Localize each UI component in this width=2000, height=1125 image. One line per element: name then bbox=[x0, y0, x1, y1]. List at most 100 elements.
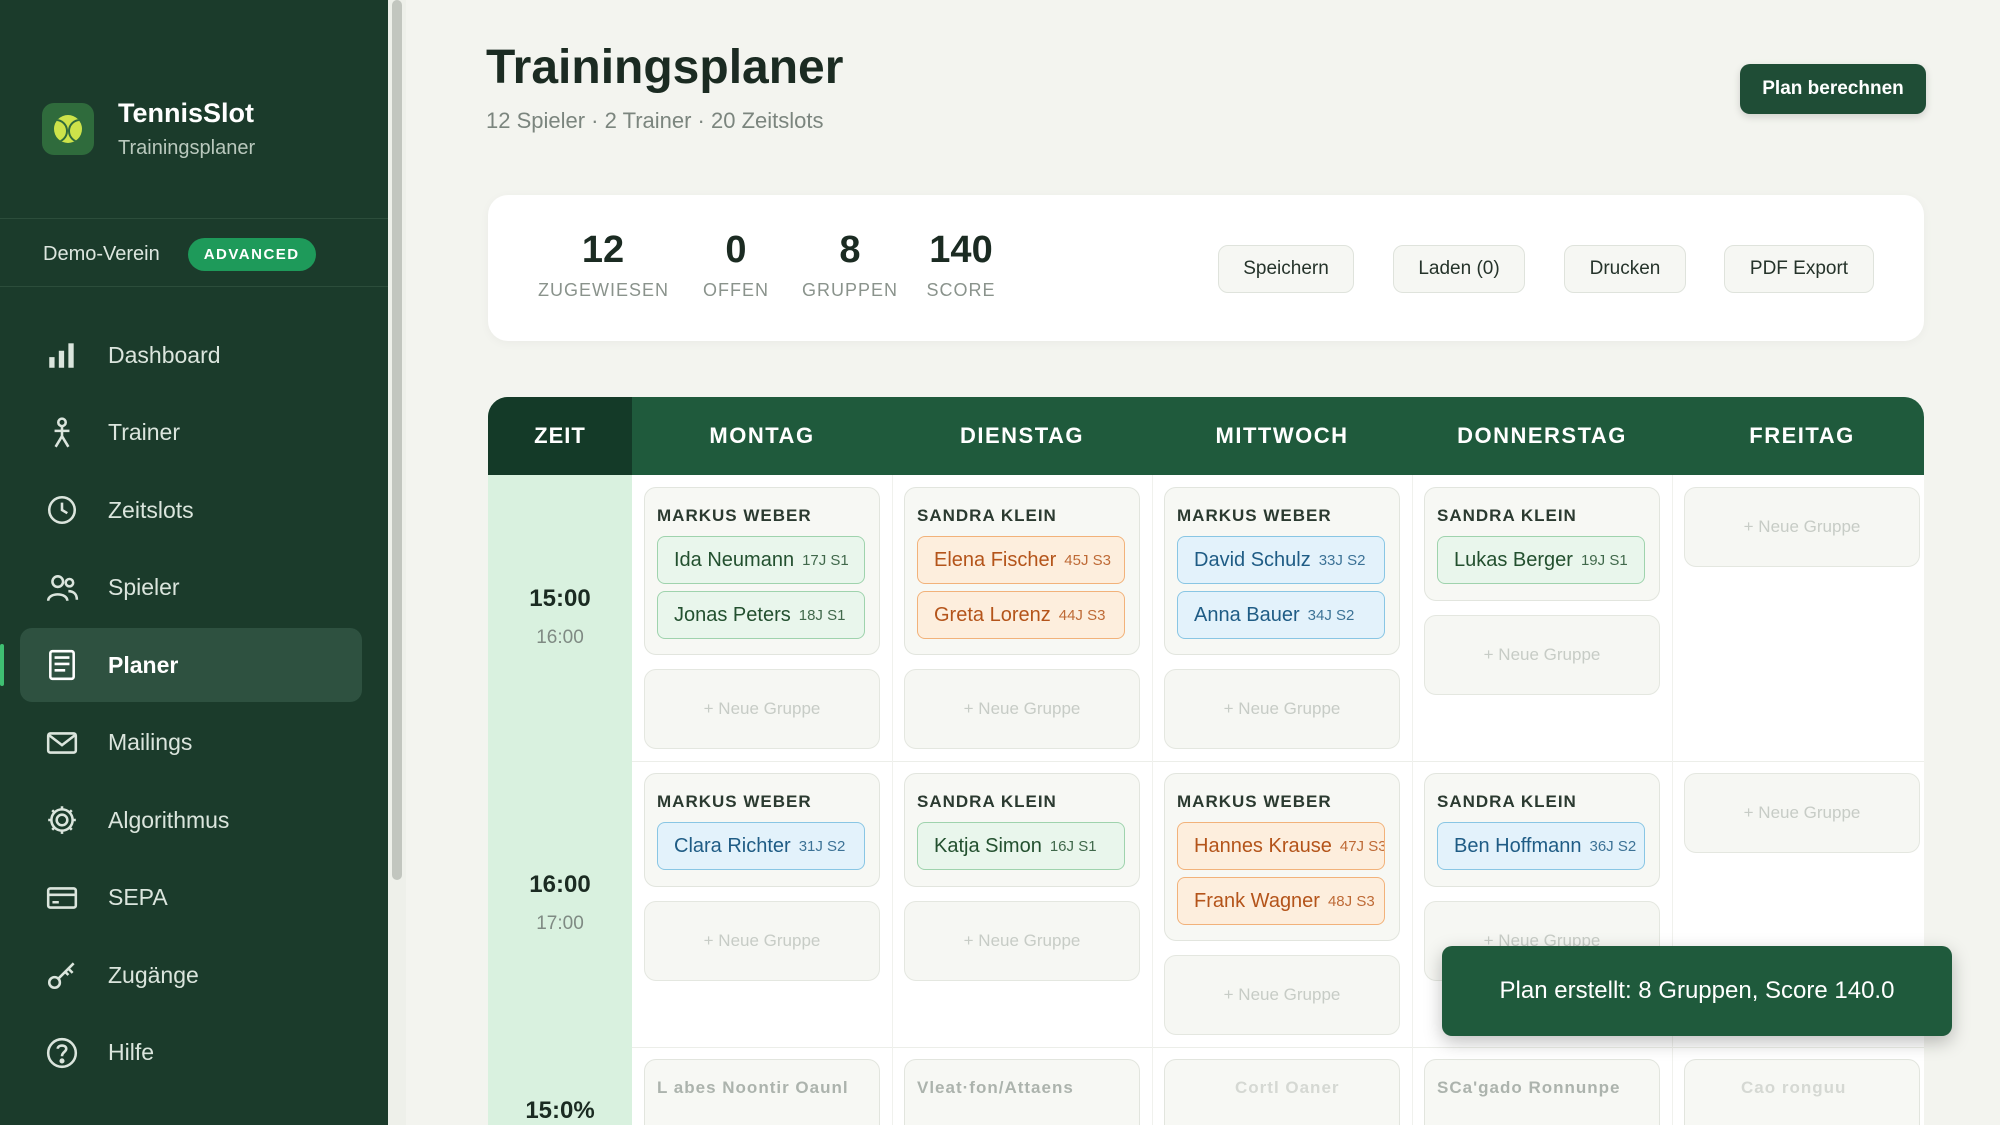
time-end: 16:00 bbox=[536, 627, 584, 648]
sidebar-nav: Dashboard Trainer Zeitslots Spieler Plan… bbox=[0, 318, 362, 1093]
row-divider bbox=[632, 761, 1924, 762]
sidebar-item-zugaenge[interactable]: Zugänge bbox=[20, 938, 362, 1012]
group-card[interactable]: SANDRA KLEIN Katja Simon 16J S1 bbox=[904, 773, 1140, 887]
sidebar-item-algorithmus[interactable]: Algorithmus bbox=[20, 783, 362, 857]
time-slot-1: 15:00 16:00 bbox=[488, 585, 632, 649]
org-name: Demo-Verein bbox=[43, 243, 160, 265]
group-card[interactable]: SCa'gado Ronnunpe bbox=[1424, 1059, 1660, 1125]
group-trainer: MARKUS WEBER bbox=[1177, 506, 1332, 525]
mail-icon bbox=[44, 725, 80, 761]
player-chip[interactable]: Ida Neumann 17J S1 bbox=[657, 536, 865, 584]
group-trainer: SANDRA KLEIN bbox=[917, 506, 1057, 525]
group-card[interactable]: Cortl Oaner bbox=[1164, 1059, 1400, 1125]
player-name: Anna Bauer bbox=[1194, 603, 1300, 626]
sidebar-item-sepa[interactable]: SEPA bbox=[20, 861, 362, 935]
card-icon bbox=[44, 880, 80, 916]
drucken-button[interactable]: Drucken bbox=[1564, 245, 1686, 293]
player-chip[interactable]: Frank Wagner 48J S3 bbox=[1177, 877, 1385, 925]
player-chip[interactable]: Greta Lorenz 44J S3 bbox=[917, 591, 1125, 639]
group-trainer: Cortl Oaner bbox=[1235, 1078, 1340, 1097]
player-name: Greta Lorenz bbox=[934, 603, 1051, 626]
new-group-button[interactable]: + Neue Gruppe bbox=[904, 901, 1140, 981]
player-name: Frank Wagner bbox=[1194, 889, 1320, 912]
plan-berechnen-button[interactable]: Plan berechnen bbox=[1740, 64, 1926, 114]
column-header-montag: MONTAG bbox=[709, 423, 815, 448]
new-group-button[interactable]: + Neue Gruppe bbox=[1684, 487, 1920, 567]
time-end: 17:00 bbox=[536, 913, 584, 934]
player-meta: 33J S2 bbox=[1318, 551, 1366, 569]
player-meta: 47J S3 bbox=[1339, 837, 1385, 855]
player-name: Ida Neumann bbox=[674, 548, 795, 571]
sidebar-item-mailings[interactable]: Mailings bbox=[20, 706, 362, 780]
player-chip[interactable]: David Schulz 33J S2 bbox=[1177, 536, 1385, 584]
sidebar-divider bbox=[0, 286, 388, 287]
new-group-button[interactable]: + Neue Gruppe bbox=[1164, 669, 1400, 749]
help-icon bbox=[44, 1035, 80, 1071]
sidebar-item-spieler[interactable]: Spieler bbox=[20, 551, 362, 625]
group-card[interactable]: MARKUS WEBER Hannes Krause 47J S3 Frank W… bbox=[1164, 773, 1400, 941]
player-chip[interactable]: Hannes Krause 47J S3 bbox=[1177, 822, 1385, 870]
sidebar-scrollbar-thumb[interactable] bbox=[392, 0, 402, 880]
new-group-button[interactable]: + Neue Gruppe bbox=[1164, 955, 1400, 1035]
new-group-button[interactable]: + Neue Gruppe bbox=[1424, 615, 1660, 695]
player-name: Hannes Krause bbox=[1194, 834, 1332, 857]
sidebar-item-label: Planer bbox=[108, 651, 179, 678]
time-start: 15:0% bbox=[525, 1097, 595, 1124]
schedule-header: ZEIT MONTAG DIENSTAG MITTWOCH DONNERSTAG… bbox=[488, 397, 1924, 475]
stat-zugewiesen: 12 ZUGEWIESEN bbox=[538, 229, 668, 301]
new-group-button[interactable]: + Neue Gruppe bbox=[904, 669, 1140, 749]
laden-button[interactable]: Laden (0) bbox=[1393, 245, 1525, 293]
player-name: Lukas Berger bbox=[1454, 548, 1573, 571]
stat-value: 140 bbox=[929, 229, 993, 271]
new-group-button[interactable]: + Neue Gruppe bbox=[644, 901, 880, 981]
group-card[interactable]: Cao ronguu bbox=[1684, 1059, 1920, 1125]
toast-notification[interactable]: Plan erstellt: 8 Gruppen, Score 140.0 bbox=[1442, 946, 1952, 1036]
player-name: Katja Simon bbox=[934, 834, 1042, 857]
new-group-button[interactable]: + Neue Gruppe bbox=[644, 669, 880, 749]
group-card[interactable]: MARKUS WEBER Clara Richter 31J S2 bbox=[644, 773, 880, 887]
group-trainer: MARKUS WEBER bbox=[657, 792, 812, 811]
player-meta: 44J S3 bbox=[1058, 606, 1106, 624]
player-chip[interactable]: Clara Richter 31J S2 bbox=[657, 822, 865, 870]
org-selector[interactable]: Demo-Verein ADVANCED bbox=[43, 238, 316, 271]
group-card[interactable]: SANDRA KLEIN Lukas Berger 19J S1 bbox=[1424, 487, 1660, 601]
player-meta: 45J S3 bbox=[1064, 551, 1111, 569]
column-header-donnerstag: DONNERSTAG bbox=[1457, 423, 1627, 448]
sidebar-item-hilfe[interactable]: Hilfe bbox=[20, 1016, 362, 1090]
sidebar-item-planer[interactable]: Planer bbox=[0, 628, 362, 702]
group-card[interactable]: SANDRA KLEIN Ben Hoffmann 36J S2 bbox=[1424, 773, 1660, 887]
column-divider bbox=[892, 475, 893, 1125]
player-name: Ben Hoffmann bbox=[1454, 834, 1582, 857]
sidebar-item-dashboard[interactable]: Dashboard bbox=[20, 318, 362, 392]
speichern-button[interactable]: Speichern bbox=[1218, 245, 1354, 293]
stat-gruppen: 8 GRUPPEN bbox=[800, 229, 900, 301]
sidebar-item-label: Algorithmus bbox=[108, 806, 230, 833]
player-chip[interactable]: Lukas Berger 19J S1 bbox=[1437, 536, 1645, 584]
stat-label: GRUPPEN bbox=[801, 280, 898, 300]
player-chip[interactable]: Elena Fischer 45J S3 bbox=[917, 536, 1125, 584]
group-card[interactable]: MARKUS WEBER David Schulz 33J S2 Anna Bau… bbox=[1164, 487, 1400, 655]
key-icon bbox=[44, 957, 80, 993]
stat-label: ZUGEWIESEN bbox=[538, 280, 670, 300]
brand[interactable]: TennisSlot Trainingsplaner bbox=[42, 98, 255, 160]
players-icon bbox=[44, 570, 80, 606]
group-card[interactable]: L abes Noontir Oaunl bbox=[644, 1059, 880, 1125]
pdf-export-button[interactable]: PDF Export bbox=[1724, 245, 1874, 293]
group-card[interactable]: SANDRA KLEIN Elena Fischer 45J S3 Greta L… bbox=[904, 487, 1140, 655]
player-chip[interactable]: Ben Hoffmann 36J S2 bbox=[1437, 822, 1645, 870]
group-card[interactable]: MARKUS WEBER Ida Neumann 17J S1 Jonas Pet… bbox=[644, 487, 880, 655]
sidebar-item-zeitslots[interactable]: Zeitslots bbox=[20, 473, 362, 547]
player-chip[interactable]: Anna Bauer 34J S2 bbox=[1177, 591, 1385, 639]
sidebar-item-trainer[interactable]: Trainer bbox=[20, 396, 362, 470]
brand-subtitle: Trainingsplaner bbox=[118, 137, 256, 159]
group-card[interactable]: Vleat·fon/Attaens bbox=[904, 1059, 1140, 1125]
player-chip[interactable]: Jonas Peters 18J S1 bbox=[657, 591, 865, 639]
stat-offen: 0 OFFEN bbox=[696, 229, 776, 301]
player-chip[interactable]: Katja Simon 16J S1 bbox=[917, 822, 1125, 870]
sidebar-item-label: Hilfe bbox=[108, 1039, 155, 1065]
trainer-icon bbox=[44, 415, 80, 451]
new-group-button[interactable]: + Neue Gruppe bbox=[1684, 773, 1920, 853]
group-trainer: MARKUS WEBER bbox=[657, 506, 812, 525]
sidebar-item-label: Trainer bbox=[108, 419, 180, 445]
player-name: Clara Richter bbox=[674, 834, 791, 857]
